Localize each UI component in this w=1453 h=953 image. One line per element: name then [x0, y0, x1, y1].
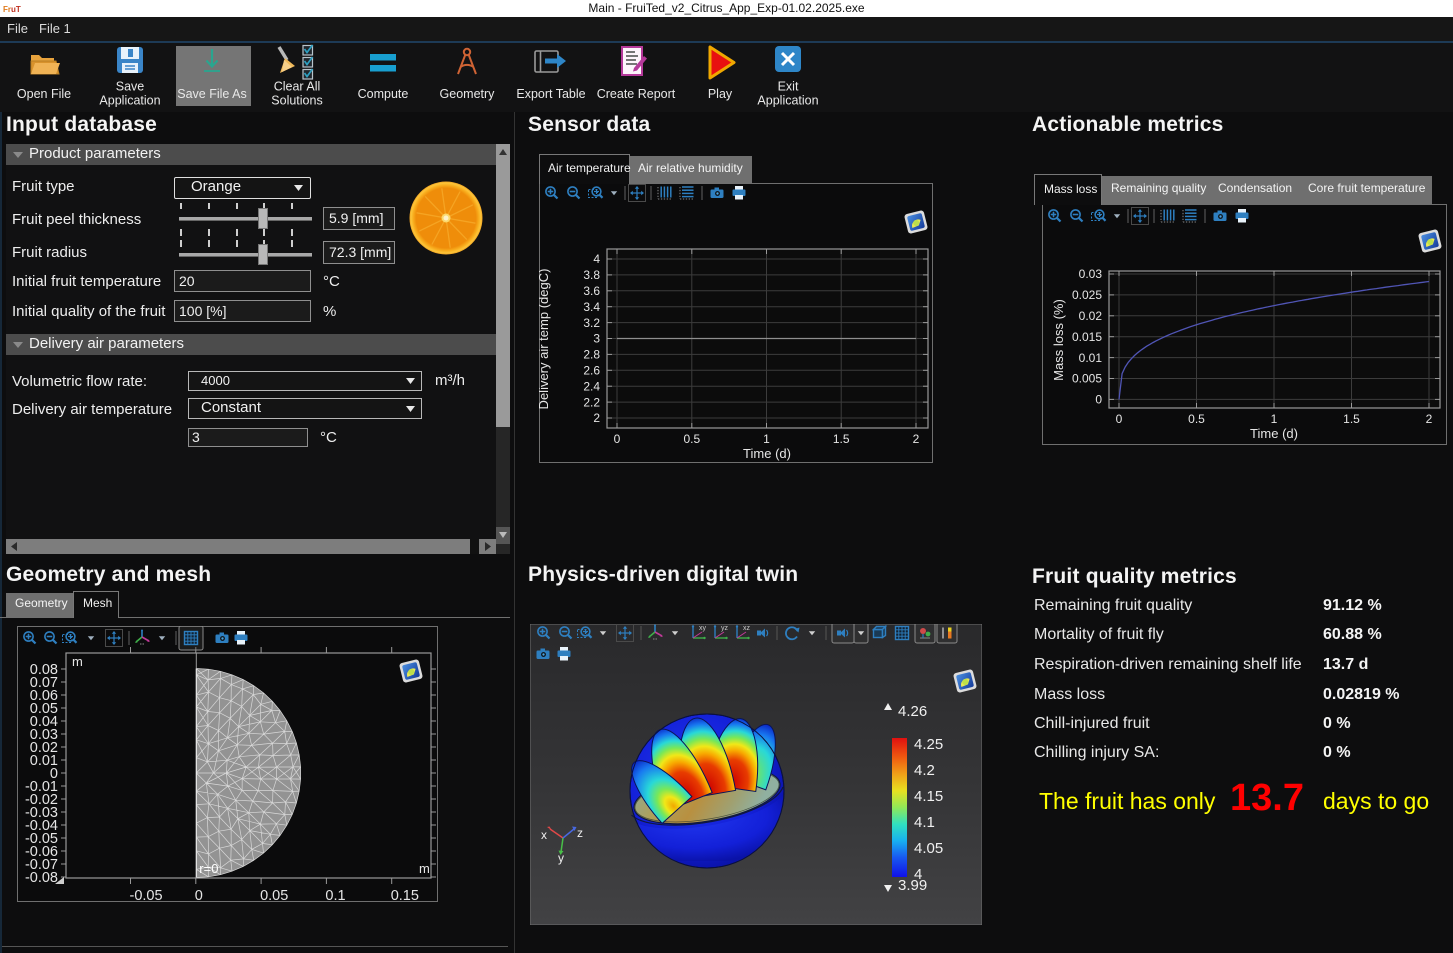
- svg-text:0: 0: [1095, 393, 1102, 407]
- svg-text:0.5: 0.5: [1188, 412, 1205, 426]
- svg-text:Mass loss (%): Mass loss (%): [1051, 299, 1066, 381]
- svg-text:0.03: 0.03: [1079, 267, 1103, 281]
- svg-text:0.02: 0.02: [1079, 309, 1103, 323]
- svg-text:z: z: [577, 826, 583, 840]
- svg-text:0: 0: [1116, 412, 1123, 426]
- svg-text:1.5: 1.5: [833, 432, 850, 446]
- svg-text:xz: xz: [743, 625, 751, 632]
- svg-text:m: m: [419, 861, 430, 876]
- svg-text:Save: Save: [116, 80, 145, 94]
- svg-text:Export Table: Export Table: [516, 87, 585, 101]
- svg-text:y: y: [558, 851, 564, 865]
- svg-text:4.26: 4.26: [898, 703, 927, 720]
- svg-text:Time (d): Time (d): [743, 446, 791, 461]
- svg-text:4.1: 4.1: [914, 814, 935, 831]
- svg-text:3.6: 3.6: [583, 284, 600, 298]
- svg-text:0.5: 0.5: [683, 432, 700, 446]
- svg-text:0.01: 0.01: [1079, 351, 1103, 365]
- svg-text:-0.08: -0.08: [25, 870, 58, 886]
- svg-text:xy: xy: [699, 625, 707, 632]
- svg-text:2.6: 2.6: [583, 364, 600, 378]
- svg-text:1: 1: [763, 432, 770, 446]
- svg-text:0.015: 0.015: [1072, 330, 1102, 344]
- svg-text:0.005: 0.005: [1072, 372, 1102, 386]
- svg-text:Application: Application: [99, 94, 160, 108]
- svg-text:0: 0: [614, 432, 621, 446]
- svg-text:4: 4: [593, 252, 600, 266]
- svg-text:0.05: 0.05: [260, 888, 288, 902]
- svg-text:3.99: 3.99: [898, 877, 927, 894]
- svg-text:Time (d): Time (d): [1250, 426, 1298, 441]
- svg-text:3: 3: [593, 332, 600, 346]
- svg-text:Solutions: Solutions: [271, 94, 322, 108]
- svg-text:2: 2: [913, 432, 920, 446]
- svg-text:1.5: 1.5: [1343, 412, 1360, 426]
- svg-text:Play: Play: [708, 87, 733, 101]
- svg-text:4.2: 4.2: [914, 762, 935, 779]
- svg-text:0.15: 0.15: [391, 888, 419, 902]
- svg-text:x: x: [541, 828, 547, 842]
- svg-text:2.8: 2.8: [583, 348, 600, 362]
- svg-text:3.8: 3.8: [583, 268, 600, 282]
- svg-text:4.05: 4.05: [914, 840, 943, 857]
- svg-text:2: 2: [1426, 412, 1433, 426]
- svg-text:2: 2: [593, 411, 600, 425]
- svg-text:Delivery air temp (degC): Delivery air temp (degC): [539, 269, 551, 410]
- svg-text:Compute: Compute: [358, 87, 409, 101]
- svg-text:4.25: 4.25: [914, 736, 943, 753]
- svg-text:3.4: 3.4: [583, 300, 600, 314]
- svg-text:Open File: Open File: [17, 87, 71, 101]
- svg-text:Geometry: Geometry: [440, 87, 496, 101]
- svg-text:0: 0: [195, 888, 203, 902]
- svg-text:0.025: 0.025: [1072, 288, 1102, 302]
- svg-text:3.2: 3.2: [583, 316, 600, 330]
- svg-text:Create Report: Create Report: [597, 87, 676, 101]
- svg-text:yz: yz: [721, 625, 729, 632]
- svg-text:Save File As: Save File As: [177, 87, 246, 101]
- svg-text:2.2: 2.2: [583, 395, 600, 409]
- svg-text:-0.05: -0.05: [130, 888, 163, 902]
- svg-text:Exit: Exit: [778, 80, 799, 94]
- svg-text:1: 1: [1271, 412, 1278, 426]
- svg-text:0.1: 0.1: [325, 888, 345, 902]
- svg-text:2.4: 2.4: [583, 379, 600, 393]
- svg-text:4.15: 4.15: [914, 788, 943, 805]
- svg-text:Clear All: Clear All: [274, 80, 321, 94]
- svg-text:m: m: [72, 654, 83, 669]
- svg-text:r=0: r=0: [199, 861, 218, 876]
- svg-text:Application: Application: [757, 94, 818, 108]
